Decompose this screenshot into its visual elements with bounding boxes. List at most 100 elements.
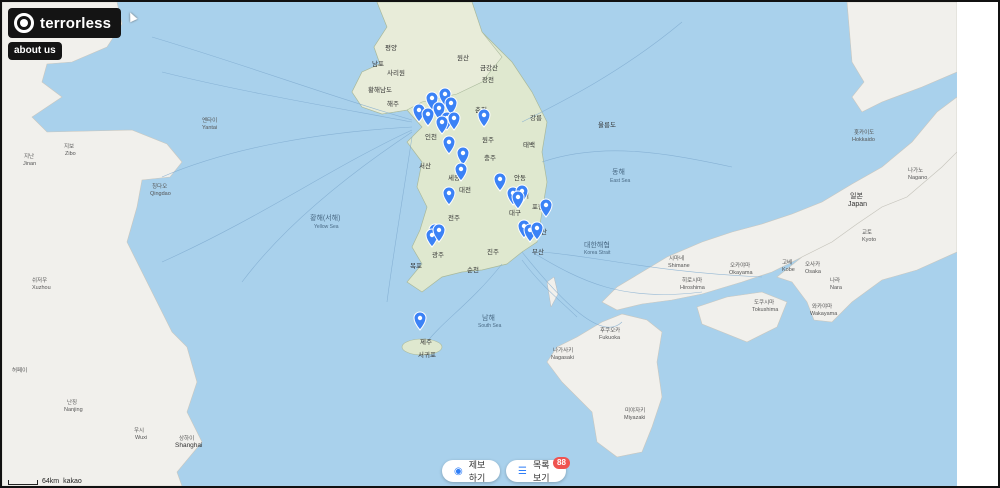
label-shimane-en: Shimane xyxy=(668,263,690,269)
label-xuzhou-en: Xuzhou xyxy=(32,285,51,291)
label-hokkaido-en: Hokkaido xyxy=(852,137,875,143)
label-east-sea-ko: 동해 xyxy=(612,167,625,176)
map-pin-dot xyxy=(497,176,503,182)
label-hokkaido-ko: 홋카이도 xyxy=(854,128,874,136)
label-shanghai-ko: 상하이 xyxy=(179,434,194,442)
map-canvas[interactable]: 평양 남포 사리원 해주 황해남도 원산 금강산 장전 춘천 강릉 원주 태백 … xyxy=(2,2,957,486)
label-jinan-en: Jinan xyxy=(23,161,36,167)
scale-label: 64km xyxy=(42,478,60,485)
label-nagano-ko: 나가노 xyxy=(908,166,923,174)
label-qingdao-en: Qingdao xyxy=(150,191,171,197)
label-korea-strait-ko: 대한해협 xyxy=(584,240,610,249)
label-zibo-en: Zibo xyxy=(65,151,76,157)
report-label: 제보하기 xyxy=(468,460,486,483)
label-fukuoka-en: Fukuoka xyxy=(599,335,621,341)
label-busan: 부산 xyxy=(532,247,544,256)
label-okayama-ko: 오카야마 xyxy=(730,261,750,269)
label-fukuoka-ko: 후쿠오카 xyxy=(600,326,620,334)
map-attribution: kakao xyxy=(63,478,82,485)
label-ulleungdo: 울릉도 xyxy=(598,121,616,129)
map-pin-dot xyxy=(481,112,487,118)
label-tokushima-en: Tokushima xyxy=(752,307,779,313)
label-nagasaki-en: Nagasaki xyxy=(551,355,574,361)
target-icon xyxy=(14,13,34,33)
brand-name: terrorless xyxy=(40,14,112,32)
label-nampo: 남포 xyxy=(372,59,384,68)
label-taebaek: 태백 xyxy=(523,140,535,149)
brand-logo[interactable]: terrorless xyxy=(8,8,122,38)
label-qingdao-ko: 칭다오 xyxy=(152,182,167,190)
label-east-sea-en: East Sea xyxy=(610,178,631,184)
label-osaka-en: Osaka xyxy=(805,269,822,275)
map-pin-dot xyxy=(436,105,442,111)
map-pin-dot xyxy=(446,139,452,145)
label-nara-ko: 나라 xyxy=(830,276,840,284)
map-pin-dot xyxy=(417,315,423,321)
label-seosan: 서산 xyxy=(419,161,431,170)
label-pyongyang: 평양 xyxy=(385,43,397,52)
label-chungju: 충주 xyxy=(484,153,496,162)
label-osaka-ko: 오사카 xyxy=(805,260,820,268)
map-pin-dot xyxy=(534,225,540,231)
about-us-button[interactable]: about us xyxy=(8,42,62,60)
label-jinju: 진주 xyxy=(487,247,499,256)
label-jeju: 제주 xyxy=(420,338,432,346)
label-yantai-ko: 옌타이 xyxy=(202,116,217,124)
label-incheon: 인천 xyxy=(425,132,437,141)
label-hwanghaenamdo: 황해남도 xyxy=(368,85,392,94)
label-geumgangsan: 금강산 xyxy=(480,63,498,72)
label-gwangju: 광주 xyxy=(432,251,444,259)
map-pin-dot xyxy=(451,115,457,121)
map-pin-dot xyxy=(446,190,452,196)
label-nanjing-en: Nanjing xyxy=(64,407,83,413)
label-hiroshima-en: Hiroshima xyxy=(680,285,706,291)
list-count-badge: 88 xyxy=(553,457,570,469)
label-seogwipo: 서귀포 xyxy=(418,350,436,359)
label-daejeon: 대전 xyxy=(459,185,471,194)
label-south-sea-ko: 남해 xyxy=(482,313,495,322)
map-pin-dot xyxy=(458,166,464,172)
label-sariwon: 사리원 xyxy=(387,68,405,77)
label-jangjeon: 장전 xyxy=(482,75,494,84)
broadcast-icon: ◉ xyxy=(454,465,463,477)
map-scale: 64km kakao xyxy=(8,478,82,485)
label-tokushima-ko: 도쿠시마 xyxy=(754,298,774,306)
label-andong: 안동 xyxy=(514,173,526,182)
label-daegu: 대구 xyxy=(509,209,521,217)
label-shanghai-en: Shanghai xyxy=(175,442,202,449)
report-button[interactable]: ◉ 제보하기 xyxy=(442,460,500,483)
label-haeju: 해주 xyxy=(387,99,399,108)
right-margin xyxy=(957,2,998,486)
label-jeonju: 전주 xyxy=(448,213,460,222)
label-gangneung: 강릉 xyxy=(530,113,542,122)
label-kyoto-ko: 교토 xyxy=(862,229,872,236)
label-okayama-en: Okayama xyxy=(729,270,753,276)
map-pin-dot xyxy=(429,95,435,101)
map-pin-dot xyxy=(448,100,454,106)
label-wakayama-ko: 와카야마 xyxy=(812,302,832,310)
label-nara-en: Nara xyxy=(830,285,843,291)
map-pin-dot xyxy=(439,119,445,125)
list-label: 목록 보기 xyxy=(532,460,550,483)
label-nagasaki-ko: 나가사키 xyxy=(553,346,573,354)
map-view[interactable]: 평양 남포 사리원 해주 황해남도 원산 금강산 장전 춘천 강릉 원주 태백 … xyxy=(2,2,957,486)
label-mokpo: 목포 xyxy=(410,262,422,270)
label-yellow-sea-ko: 황해(서해) xyxy=(310,213,340,222)
label-wakayama-en: Wakayama xyxy=(810,311,838,317)
map-pin[interactable] xyxy=(413,311,427,331)
label-yantai-en: Yantai xyxy=(202,125,217,131)
label-nagano-en: Nagano xyxy=(908,175,927,181)
land-hokkaido xyxy=(846,2,957,113)
label-shimane-ko: 시마네 xyxy=(669,254,684,262)
label-korea-strait-en: Korea Strait xyxy=(584,250,611,256)
label-nanjing-ko: 난징 xyxy=(67,398,77,406)
map-pin-dot xyxy=(416,107,422,113)
label-yellow-sea-en: Yellow Sea xyxy=(314,224,339,230)
label-xuzhou-ko: 쉬저우 xyxy=(32,276,47,284)
label-japan-en: Japan xyxy=(848,201,867,208)
label-hefei-ko: 허페이 xyxy=(12,366,27,374)
map-pin-dot xyxy=(436,227,442,233)
label-kyoto-en: Kyoto xyxy=(862,237,876,243)
list-icon: ☰ xyxy=(518,465,527,477)
map-pin-dot xyxy=(515,194,521,200)
